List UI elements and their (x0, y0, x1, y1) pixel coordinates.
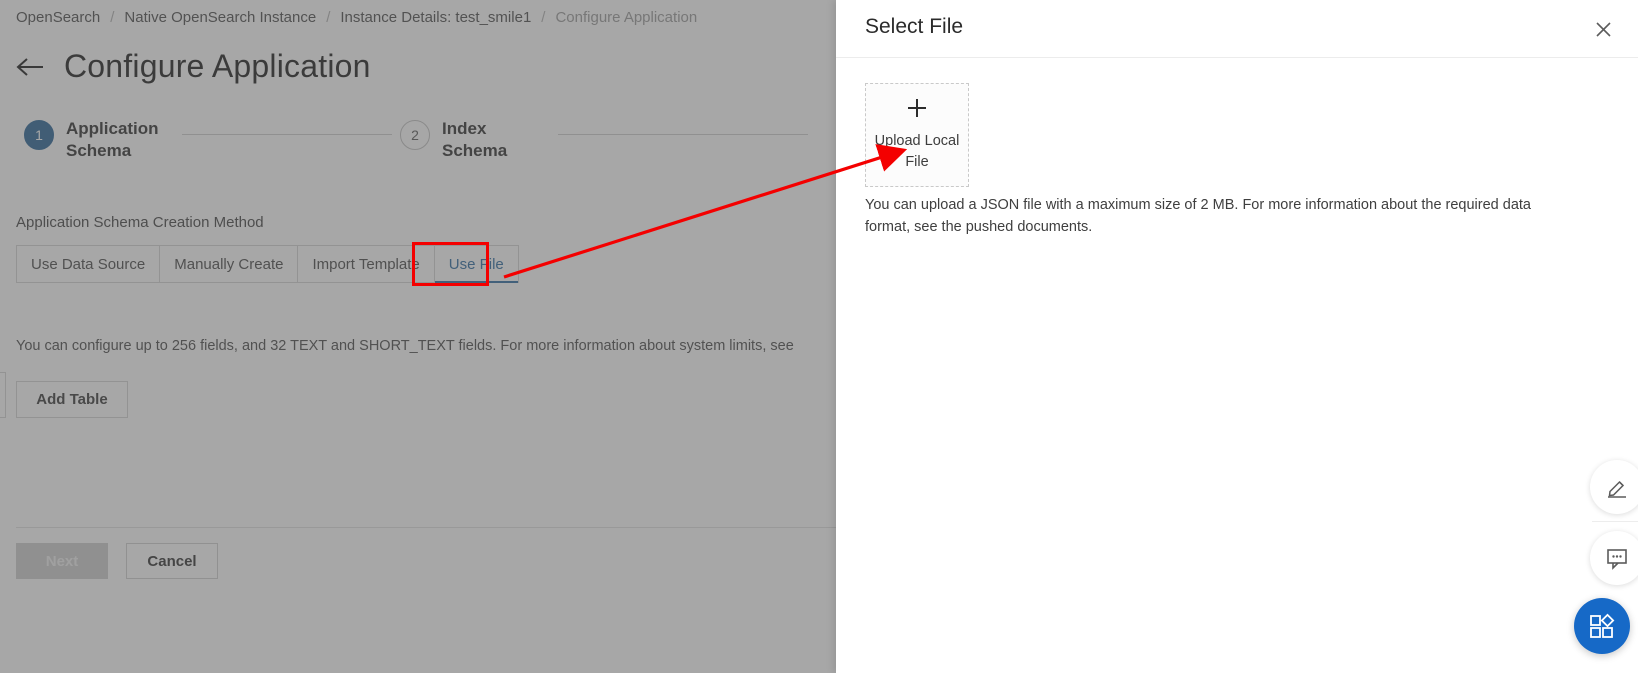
upload-local-file-label: Upload Local File (874, 133, 960, 170)
select-file-drawer: Select File Upload Local File You can up… (836, 0, 1638, 673)
close-icon[interactable] (1590, 16, 1616, 42)
upload-local-file-box[interactable]: Upload Local File (865, 83, 969, 187)
drawer-header: Select File (836, 0, 1638, 58)
fab-divider (1592, 521, 1638, 522)
upload-description: You can upload a JSON file with a maximu… (865, 197, 1531, 235)
drawer-title: Select File (865, 15, 964, 38)
plus-icon (906, 97, 928, 121)
edit-icon[interactable] (1590, 460, 1638, 514)
apps-grid-icon[interactable] (1574, 598, 1630, 654)
chat-icon[interactable] (1590, 531, 1638, 585)
modal-backdrop[interactable] (0, 0, 836, 673)
